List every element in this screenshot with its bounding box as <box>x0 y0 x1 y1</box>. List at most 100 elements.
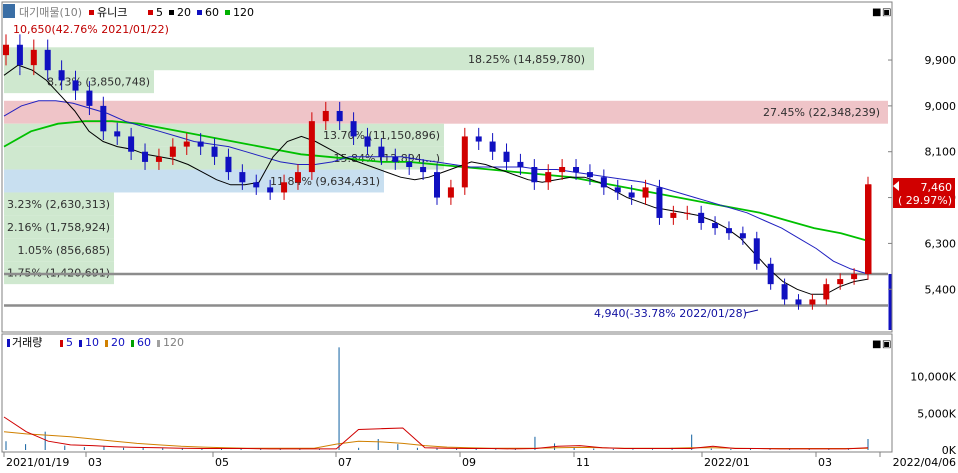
candle-body <box>16 44 23 66</box>
candle-body <box>294 172 301 183</box>
legend-ma-list: 5 20 60 120 <box>148 6 254 19</box>
supply-zone-label: 18.25% (14,859,780) <box>468 53 585 66</box>
candle-body <box>461 136 468 188</box>
price-panel-maximize-icon[interactable]: ■ <box>872 7 881 18</box>
x-tick-label: 2021/01/19 <box>6 456 69 469</box>
candle-body <box>586 172 593 178</box>
candle-body <box>392 156 399 162</box>
volume-tick-label: 10,000K <box>910 371 956 384</box>
price-tick-label: 5,400 <box>925 283 957 296</box>
volume-legend-swatch <box>105 340 108 347</box>
candle-body <box>823 284 830 300</box>
volume-legend-title: 거래량 <box>12 336 42 349</box>
candle-body <box>781 284 788 300</box>
candle-body <box>420 167 427 173</box>
candle-body <box>475 136 482 142</box>
volume-bars <box>3 347 869 450</box>
candle-body <box>267 187 274 193</box>
candle-body <box>44 49 51 71</box>
volume-ma5-line <box>3 416 869 450</box>
current-price-value: 7,460 <box>921 181 953 194</box>
legend-ma-swatch <box>197 10 202 15</box>
price-tick-label: 8,100 <box>925 146 957 159</box>
candle-body <box>197 141 204 147</box>
horizontal-lines <box>4 272 888 307</box>
supply-zone-label: 2.16% (1,758,924) <box>7 221 110 234</box>
volume-panel-frame <box>1 333 893 453</box>
candle-body <box>155 156 162 162</box>
candle-body <box>517 161 524 167</box>
volume-panel-close-icon[interactable]: ▣ <box>882 339 891 350</box>
candle-body <box>767 263 774 285</box>
x-tick-label: 07 <box>338 456 352 469</box>
supply-zone-label: 27.45% (22,348,239) <box>763 106 880 119</box>
candle-body <box>628 192 635 198</box>
legend-ma-label: 120 <box>233 6 254 19</box>
candle-body <box>545 172 552 183</box>
volume-legend-marker <box>7 339 10 347</box>
candle-body <box>837 279 844 285</box>
low-price-arrow <box>744 309 759 314</box>
volume-legend-ma-list: 5 10 20 60 120 <box>60 336 184 349</box>
volume-legend-swatch <box>60 340 63 347</box>
candle-body <box>364 136 371 147</box>
legend-ma-swatch <box>169 10 174 15</box>
candle-body <box>336 110 343 122</box>
candle-body <box>253 182 260 188</box>
volume-panel-maximize-icon[interactable]: ■ <box>872 339 881 350</box>
candle-body <box>128 136 135 152</box>
candle-body <box>378 146 385 157</box>
candle-body <box>3 44 9 56</box>
candle-body <box>531 167 538 183</box>
volume-legend-label: 120 <box>163 336 184 349</box>
candle-body <box>725 228 732 234</box>
x-tick-label: 11 <box>576 456 590 469</box>
volume-ma20-line <box>3 431 869 449</box>
chart-settings-icon[interactable] <box>3 4 15 18</box>
candle-body <box>281 182 288 193</box>
legend-stock-name: 유니크 <box>97 6 127 19</box>
candle-body <box>656 187 663 218</box>
candle-body <box>642 187 649 198</box>
chart-window: 18.25% (14,859,780) 8.73% (3,850,748) 27.4… <box>0 0 958 469</box>
candle-body <box>698 212 705 224</box>
legend-ma-label: 60 <box>205 6 219 19</box>
volume-legend-swatch <box>79 340 82 347</box>
legend-ma-label: 20 <box>177 6 191 19</box>
current-price-change: ( 29.97%) <box>898 194 952 207</box>
candle-body <box>434 172 440 198</box>
volume-legend-label: 5 <box>66 336 73 349</box>
high-price-marker: 10,650(42.76% 2021/01/22) <box>13 23 169 36</box>
candle-body <box>670 212 677 218</box>
supply-zone-label: 1.05% (856,685) <box>17 244 110 257</box>
candle-body <box>239 172 246 183</box>
candle-body <box>684 212 691 214</box>
legend-stock-marker <box>89 10 94 15</box>
volume-legend-label: 20 <box>111 336 125 349</box>
candle-body <box>809 299 816 305</box>
candle-body <box>739 233 746 239</box>
supply-zone-bar <box>4 100 888 124</box>
volume-legend-label: 10 <box>85 336 99 349</box>
candle-body <box>308 121 315 173</box>
y-axis-ticks: 9,9009,0008,1007,2006,3005,40010,000K5,0… <box>888 54 957 457</box>
volume-legend-swatch <box>131 340 134 347</box>
candle-body <box>350 121 357 137</box>
candle-body <box>58 70 65 81</box>
volume-legend-swatch <box>157 340 160 347</box>
candle-body <box>753 238 760 264</box>
x-tick-label: 05 <box>215 456 229 469</box>
volume-tick-label: 5,000K <box>917 407 956 420</box>
x-tick-label: 2022/01 <box>704 456 750 469</box>
candle-body <box>30 49 37 66</box>
candle-body <box>169 146 176 157</box>
volume-legend-label: 60 <box>137 336 151 349</box>
candle-body <box>559 167 566 173</box>
supply-zone-label: 3.23% (2,630,313) <box>7 198 110 211</box>
price-panel-close-icon[interactable]: ▣ <box>882 7 891 18</box>
x-tick-label: 03 <box>88 456 102 469</box>
candle-body <box>86 90 93 106</box>
candle-body <box>489 141 496 152</box>
low-price-marker: 4,940(-33.78% 2022/01/28) <box>594 307 747 320</box>
candle-body <box>183 141 190 147</box>
